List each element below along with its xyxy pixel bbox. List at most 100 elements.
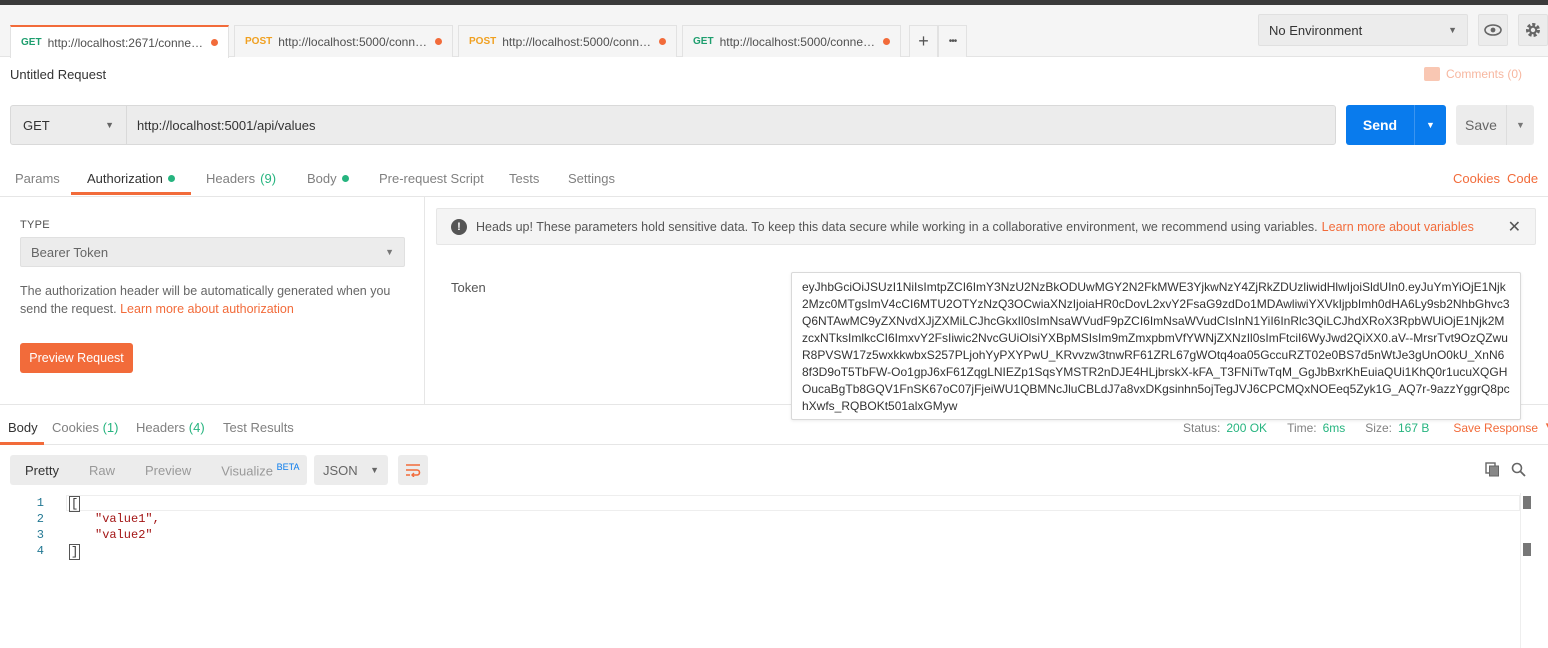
unsaved-dot-icon — [883, 38, 890, 45]
response-tab-cookies[interactable]: Cookies (1) — [52, 420, 118, 435]
tab-headers[interactable]: Headers (9) — [206, 171, 276, 186]
code-line: [ — [69, 496, 81, 512]
wrap-lines-button[interactable] — [398, 455, 428, 485]
http-method-value: GET — [23, 117, 50, 133]
http-method-select[interactable]: GET ▼ — [10, 105, 127, 145]
scrollbar-marker — [1523, 543, 1531, 556]
code-line: "value2" — [95, 528, 153, 542]
active-dot-icon — [167, 175, 175, 182]
response-tab-body[interactable]: Body — [8, 420, 38, 435]
tab-url: http://localhost:2671/connect/t... — [47, 35, 205, 50]
visualize-label: Visualize — [221, 463, 274, 479]
chevron-down-icon[interactable]: ▼ — [1544, 421, 1548, 435]
unsaved-dot-icon — [211, 39, 218, 46]
response-format-select[interactable]: JSON ▼ — [314, 455, 388, 485]
active-tab-indicator — [71, 192, 191, 195]
tab-label: Headers — [206, 171, 256, 186]
tab-label: Body — [307, 171, 337, 186]
new-tab-button[interactable]: + — [909, 25, 938, 57]
search-icon[interactable] — [1510, 461, 1526, 477]
tab-label: Params — [15, 171, 60, 186]
auth-type-label: TYPE — [20, 219, 50, 231]
tab-count: (4) — [188, 420, 205, 435]
tab-count: (9) — [260, 171, 277, 186]
time-value: 6ms — [1322, 421, 1346, 435]
code-link[interactable]: Code — [1507, 171, 1538, 186]
tab-authorization[interactable]: Authorization — [87, 171, 175, 186]
tab-label: Cookies — [52, 420, 99, 435]
settings-button[interactable] — [1518, 14, 1548, 46]
view-pretty-button[interactable]: Pretty — [10, 462, 74, 478]
eye-icon — [1484, 24, 1502, 36]
warning-text: Heads up! These parameters hold sensitiv… — [476, 219, 1318, 234]
environment-select[interactable]: No Environment ▼ — [1258, 14, 1468, 46]
line-number-gutter: 1 2 3 4 — [0, 493, 58, 648]
auth-type-panel: TYPE Bearer Token ▼ The authorization he… — [0, 197, 425, 404]
learn-more-authorization-link[interactable]: Learn more about authorization — [120, 302, 294, 316]
response-tab-headers[interactable]: Headers (4) — [136, 420, 205, 435]
cookies-link[interactable]: Cookies — [1453, 171, 1500, 186]
comment-icon — [1424, 67, 1440, 81]
tab-body[interactable]: Body — [307, 171, 349, 186]
save-options-button[interactable]: ▼ — [1506, 105, 1534, 145]
save-button[interactable]: Save — [1456, 105, 1506, 145]
editor-scrollbar[interactable] — [1520, 493, 1534, 648]
request-tab-bar: GET http://localhost:2671/connect/t... P… — [0, 5, 1548, 58]
request-title[interactable]: Untitled Request — [10, 67, 106, 82]
copy-icon[interactable] — [1484, 461, 1500, 477]
environment-quick-look-button[interactable] — [1478, 14, 1508, 46]
auth-type-value: Bearer Token — [31, 244, 109, 260]
view-visualize-button[interactable]: Visualize BETA — [206, 462, 314, 478]
chevron-down-icon: ▼ — [385, 247, 394, 257]
view-raw-button[interactable]: Raw — [74, 463, 130, 478]
tab-params[interactable]: Params — [15, 171, 60, 186]
code-line-text: "value2" — [95, 528, 153, 542]
send-options-button[interactable]: ▼ — [1414, 105, 1446, 145]
comments-button[interactable]: Comments (0) — [1424, 67, 1522, 81]
url-input[interactable]: http://localhost:5001/api/values — [126, 105, 1336, 145]
line-number: 4 — [36, 544, 44, 558]
status-value: 200 OK — [1226, 421, 1268, 435]
status-label: Status: — [1183, 421, 1221, 435]
unsaved-dot-icon — [435, 38, 442, 45]
code-line-text: "value1", — [95, 512, 160, 526]
request-tab-2[interactable]: POST http://localhost:5000/connect/... — [234, 25, 453, 57]
gear-icon — [1526, 23, 1540, 37]
save-response-button[interactable]: Save Response — [1453, 421, 1538, 435]
tab-label: Authorization — [87, 171, 163, 186]
tab-settings[interactable]: Settings — [568, 171, 615, 186]
response-tab-test-results[interactable]: Test Results — [223, 420, 294, 435]
close-icon[interactable]: ✕ — [1508, 217, 1521, 237]
tab-pre-request-script[interactable]: Pre-request Script — [379, 171, 484, 186]
wrap-lines-icon — [406, 464, 421, 477]
tab-tests[interactable]: Tests — [509, 171, 539, 186]
response-format-value: JSON — [323, 462, 358, 478]
view-preview-button[interactable]: Preview — [130, 463, 206, 478]
sensitive-data-warning: ! Heads up! These parameters hold sensit… — [436, 208, 1536, 245]
more-tabs-button[interactable]: ••• — [938, 25, 967, 57]
chevron-down-icon: ▼ — [1448, 25, 1457, 35]
chevron-down-icon: ▼ — [1426, 120, 1435, 130]
scrollbar-marker — [1523, 496, 1531, 509]
tab-method: GET — [693, 36, 714, 47]
tab-count: (1) — [102, 420, 119, 435]
response-body-editor[interactable]: 1 2 3 4 [ "value1", "value2" ] — [0, 493, 1534, 648]
auth-description: The authorization header will be automat… — [20, 282, 410, 318]
tab-method: POST — [245, 36, 273, 47]
send-button[interactable]: Send — [1346, 105, 1414, 145]
tab-url: http://localhost:5000/connect/... — [502, 34, 653, 49]
request-tab-1[interactable]: GET http://localhost:2671/connect/t... — [10, 25, 229, 58]
ellipsis-icon: ••• — [948, 36, 957, 47]
tab-label: Tests — [509, 171, 540, 186]
request-tab-3[interactable]: POST http://localhost:5000/connect/... — [458, 25, 677, 57]
current-line-highlight — [66, 495, 1520, 511]
chevron-down-icon: ▼ — [105, 120, 114, 130]
learn-more-variables-link[interactable]: Learn more about variables — [1322, 220, 1474, 234]
line-number: 3 — [36, 528, 44, 542]
auth-type-select[interactable]: Bearer Token ▼ — [20, 237, 405, 267]
token-input[interactable]: eyJhbGciOiJSUzI1NiIsImtpZCI6ImY3NzU2NzBk… — [791, 272, 1521, 420]
request-section-tabs: Params Authorization Headers (9) Body Pr… — [0, 160, 1548, 197]
tab-method: POST — [469, 36, 497, 47]
request-tab-4[interactable]: GET http://localhost:5000/connect/u... — [682, 25, 901, 57]
preview-request-button[interactable]: Preview Request — [20, 343, 133, 373]
